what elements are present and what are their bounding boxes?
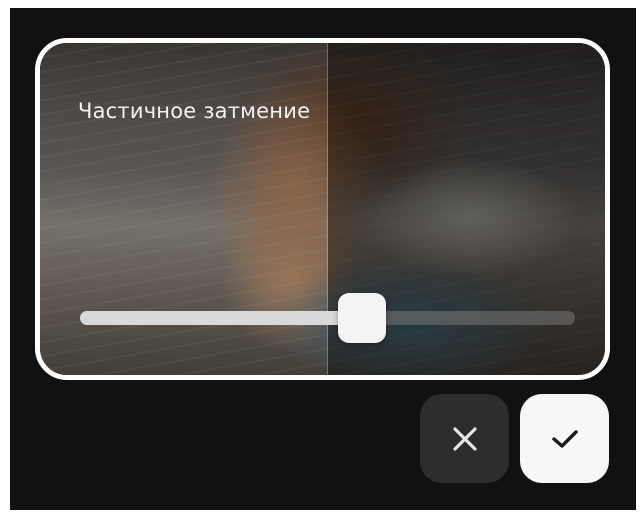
photo-preview: Частичное затмение (35, 38, 610, 380)
dimming-editor: Частичное затмение (10, 8, 636, 510)
preview-title: Частичное затмение (78, 99, 311, 123)
cancel-button[interactable] (420, 394, 509, 483)
dimming-slider-track[interactable] (80, 293, 575, 343)
dimming-slider-thumb[interactable] (338, 293, 387, 343)
close-icon (452, 426, 478, 452)
checkmark-icon (550, 427, 580, 451)
compare-divider (327, 43, 328, 375)
partial-dim-overlay (40, 43, 328, 375)
confirm-button[interactable] (520, 394, 609, 483)
dimming-slider-fill (80, 311, 363, 325)
